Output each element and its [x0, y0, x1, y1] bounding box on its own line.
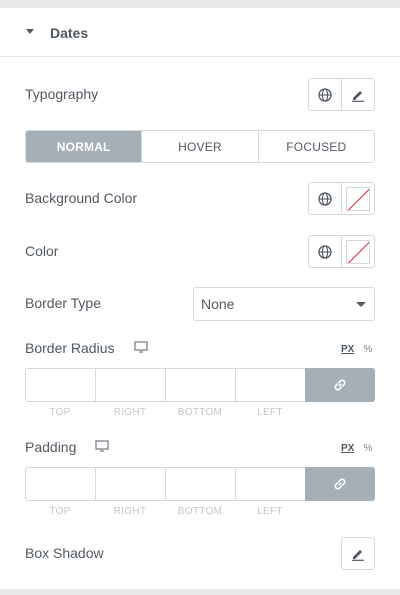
border-type-value: None [201, 296, 235, 312]
unit-percent[interactable]: % [363, 443, 372, 454]
link-values-button[interactable] [305, 368, 375, 402]
border-type-select[interactable]: None [193, 287, 375, 321]
color-picker[interactable] [341, 236, 374, 267]
border-type-label: Border Type [25, 295, 102, 311]
unit-px[interactable]: PX [341, 344, 354, 355]
pencil-icon [352, 90, 364, 102]
state-tabs: NORMAL HOVER FOCUSED [25, 130, 375, 163]
side-label-top: TOP [49, 506, 71, 517]
empty-color-swatch [346, 239, 370, 264]
color-controls [308, 235, 375, 268]
pencil-icon [352, 549, 364, 561]
global-background-color-button[interactable] [309, 183, 341, 214]
border-radius-left-input[interactable] [235, 368, 305, 402]
dates-style-panel: Dates Typography NORMAL HOVER FOCUSED Ba… [0, 8, 400, 589]
border-radius-bottom-input[interactable] [165, 368, 235, 402]
padding-right-input[interactable] [95, 467, 165, 501]
global-typography-button[interactable] [309, 79, 341, 110]
globe-icon [318, 244, 332, 259]
box-shadow-label: Box Shadow [25, 545, 104, 561]
section-header-dates[interactable]: Dates [0, 8, 400, 57]
side-label-left: LEFT [257, 407, 283, 418]
border-radius-right-input[interactable] [95, 368, 165, 402]
border-radius-side-labels: TOP RIGHT BOTTOM LEFT [25, 407, 305, 418]
desktop-icon[interactable] [134, 341, 148, 353]
unit-px[interactable]: PX [341, 443, 354, 454]
padding-units: PX % [341, 443, 372, 454]
side-label-top: TOP [49, 407, 71, 418]
edit-typography-button[interactable] [341, 79, 374, 110]
chevron-down-icon [356, 302, 366, 307]
padding-label: Padding [25, 439, 77, 455]
typography-controls [308, 78, 375, 111]
tab-normal[interactable]: NORMAL [26, 131, 142, 162]
background-color-picker[interactable] [341, 183, 374, 214]
desktop-icon[interactable] [95, 440, 109, 452]
border-radius-top-input[interactable] [25, 368, 95, 402]
tab-hover[interactable]: HOVER [141, 131, 257, 162]
side-label-bottom: BOTTOM [177, 506, 223, 517]
padding-bottom-input[interactable] [165, 467, 235, 501]
typography-label: Typography [25, 86, 99, 102]
color-label: Color [25, 243, 59, 259]
side-label-left: LEFT [257, 506, 283, 517]
background-color-label: Background Color [25, 190, 138, 206]
border-radius-label: Border Radius [25, 340, 115, 356]
tab-focused[interactable]: FOCUSED [257, 131, 374, 162]
globe-icon [318, 87, 332, 102]
section-title: Dates [50, 25, 89, 41]
empty-color-swatch [346, 186, 370, 211]
background-color-controls [308, 182, 375, 215]
edit-box-shadow-button[interactable] [341, 537, 375, 570]
global-color-button[interactable] [309, 236, 341, 267]
side-label-right: RIGHT [113, 407, 147, 418]
side-label-right: RIGHT [113, 506, 147, 517]
globe-icon [318, 191, 332, 206]
side-label-bottom: BOTTOM [177, 407, 223, 418]
border-radius-inputs [25, 368, 375, 402]
padding-side-labels: TOP RIGHT BOTTOM LEFT [25, 506, 305, 517]
padding-left-input[interactable] [235, 467, 305, 501]
border-radius-units: PX % [341, 344, 372, 355]
padding-inputs [25, 467, 375, 501]
link-icon [334, 379, 346, 391]
padding-top-input[interactable] [25, 467, 95, 501]
link-values-button[interactable] [305, 467, 375, 501]
unit-percent[interactable]: % [363, 344, 372, 355]
link-icon [334, 478, 346, 490]
caret-down-icon [26, 29, 34, 34]
